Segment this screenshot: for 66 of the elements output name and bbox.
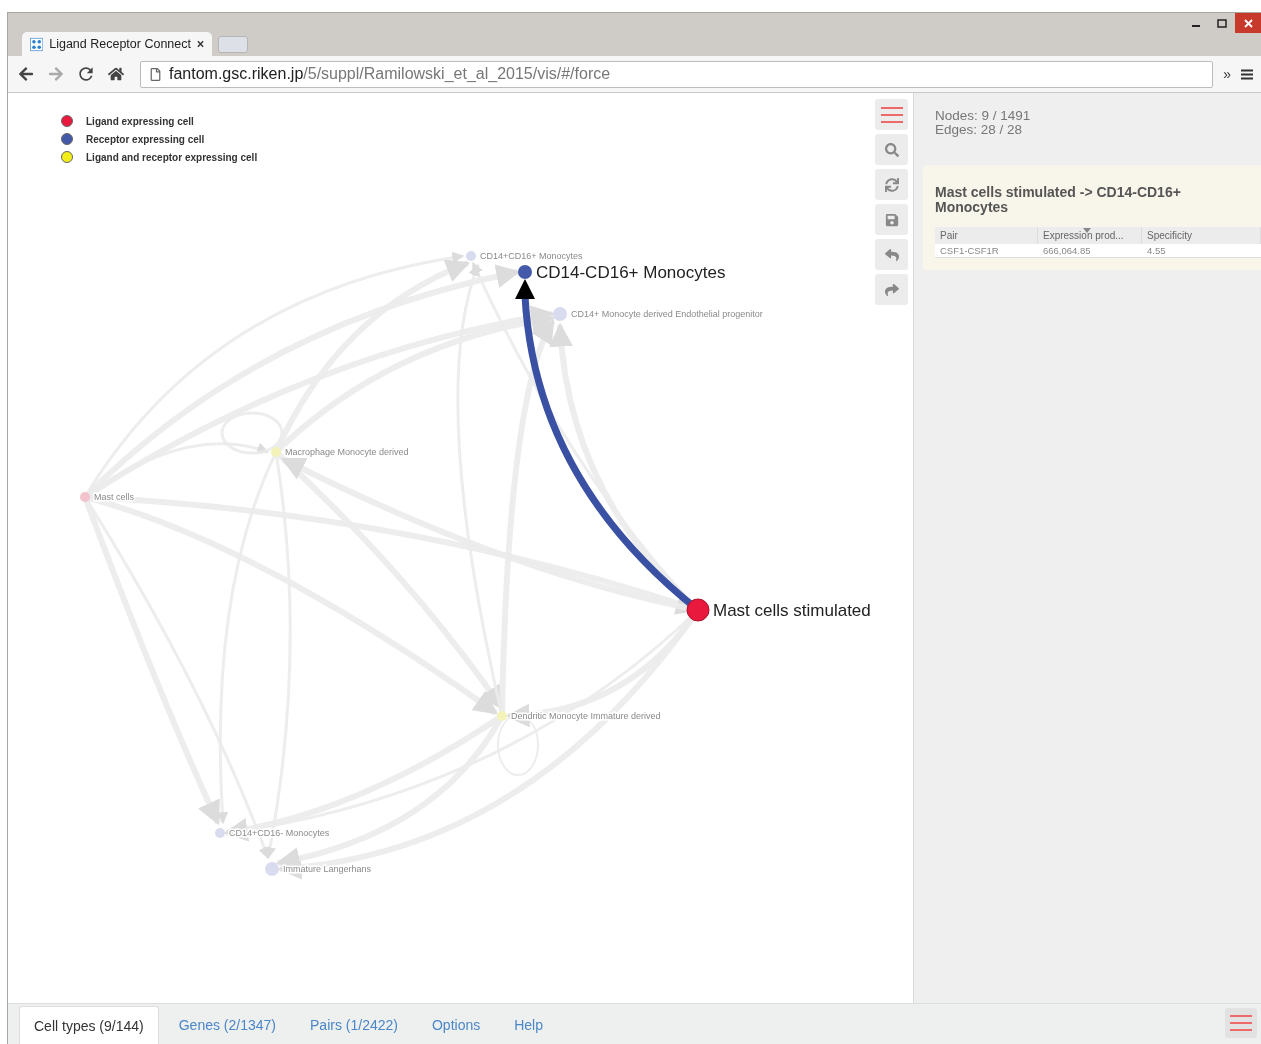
panel-tab[interactable]: Genes (2/1347) — [164, 1006, 290, 1044]
new-tab-button[interactable] — [218, 36, 248, 53]
cell-node[interactable] — [497, 711, 507, 721]
close-window-button[interactable] — [1235, 13, 1261, 33]
save-button[interactable] — [875, 204, 908, 235]
cell-node[interactable] — [265, 862, 279, 876]
undo-arrow-icon — [884, 247, 899, 262]
legend-label: Receptor expressing cell — [86, 133, 205, 145]
panel-tab[interactable]: Help — [500, 1006, 557, 1044]
edge-count: Edges: 28 / 28 — [935, 123, 1024, 137]
back-arrow-icon[interactable] — [16, 66, 36, 82]
detail-title: Mast cells stimulated -> CD14-CD16+ Monocytes — [935, 185, 1182, 215]
cell-node[interactable] — [553, 307, 567, 321]
node-label: Immature Langerhans — [283, 864, 372, 874]
app-grid-icon — [30, 36, 44, 52]
node-count: Nodes: 9 / 1491 — [935, 109, 1032, 123]
refresh-button[interactable] — [875, 169, 908, 200]
node-label: Mast cells stimulated — [713, 601, 871, 620]
url-host: fantom.gsc.riken.jp — [169, 65, 304, 83]
column-header[interactable]: Specificity — [1142, 227, 1261, 244]
legend-label: Ligand and receptor expressing cell — [86, 151, 258, 163]
panel-menu-button[interactable] — [1225, 1008, 1257, 1038]
redo-arrow-icon — [884, 282, 899, 297]
reload-icon[interactable] — [76, 64, 96, 84]
table-cell: 4.55 — [1142, 244, 1261, 258]
close-icon — [1243, 18, 1253, 28]
cell-node[interactable] — [80, 492, 90, 502]
node-label: Mast cells — [94, 492, 134, 502]
panel-tab[interactable]: Cell types (9/144) — [19, 1006, 159, 1044]
url-path: /5/suppl/Ramilowski_et_al_2015/vis/#/force — [303, 65, 611, 83]
menu-icon[interactable] — [1241, 68, 1253, 80]
cell-node[interactable] — [518, 265, 532, 279]
legend-label: Ligand expressing cell — [86, 115, 194, 127]
address-bar[interactable]: fantom.gsc.riken.jp/5/suppl/Ramilowski_et_al_2015/vis/#/force — [140, 60, 1214, 88]
redo-button[interactable] — [875, 274, 908, 305]
close-tab-icon[interactable] — [196, 40, 204, 48]
browser-tab[interactable]: Ligand Receptor Connect — [22, 32, 212, 56]
node-label: CD14-CD16+ Monocytes — [536, 263, 726, 282]
maximize-icon — [1217, 18, 1227, 28]
node-label: CD14+CD16- Monocytes — [229, 828, 330, 838]
table-cell: CSF1-CSF1R — [935, 244, 1038, 258]
cell-node[interactable] — [686, 598, 710, 622]
cell-node[interactable] — [215, 828, 225, 838]
panel-tab[interactable]: Pairs (1/2422) — [296, 1006, 412, 1044]
cell-node[interactable] — [466, 251, 476, 261]
search-icon — [884, 142, 899, 157]
menu-button[interactable] — [875, 99, 908, 130]
menu-icon — [1230, 1015, 1252, 1031]
node-label: CD14+ Monocyte derived Endothelial progenitor — [571, 309, 763, 319]
forward-arrow-icon[interactable] — [46, 66, 66, 82]
column-header[interactable]: Expression prod... — [1038, 227, 1142, 244]
node-label: CD14+CD16+ Monocytes — [480, 251, 583, 261]
panel-tab[interactable]: Options — [417, 1006, 495, 1044]
tab-title: Ligand Receptor Connect — [49, 37, 191, 51]
node-label: Dendritic Monocyte Immature derived — [511, 711, 661, 721]
undo-button[interactable] — [875, 239, 908, 270]
column-header[interactable]: Pair — [935, 227, 1038, 244]
home-icon[interactable] — [106, 66, 126, 82]
refresh-icon — [884, 177, 899, 192]
cell-node[interactable] — [271, 447, 281, 457]
page-icon — [149, 67, 162, 81]
bookmarks-overflow[interactable]: » — [1223, 66, 1231, 82]
menu-icon — [880, 106, 903, 123]
search-button[interactable] — [875, 134, 908, 165]
node-label: Macrophage Monocyte derived — [285, 447, 409, 457]
table-cell: 666,064.85 — [1038, 244, 1142, 258]
